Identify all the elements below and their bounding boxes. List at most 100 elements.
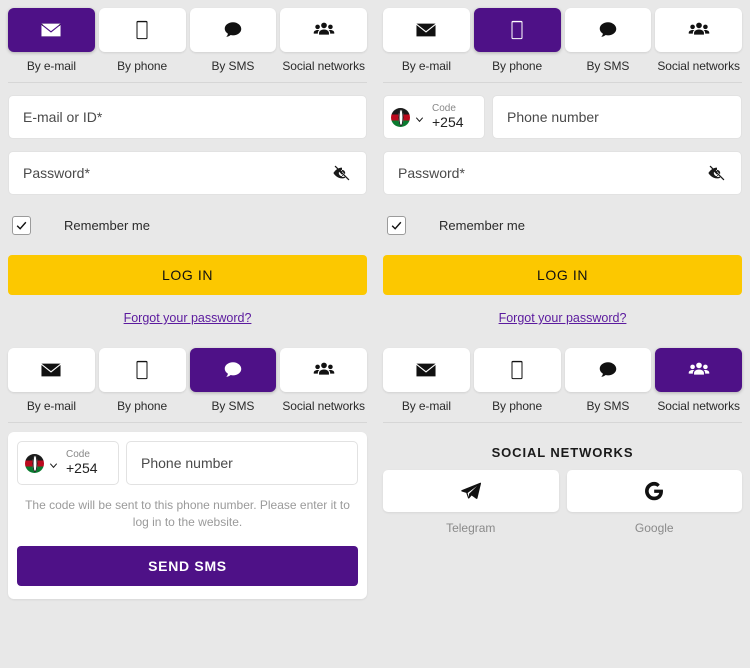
tab-by-phone[interactable]: By phone [473, 8, 561, 73]
tab-social-networks-label: Social networks [657, 399, 740, 413]
google-g-icon [645, 481, 664, 501]
telegram-login-button[interactable] [383, 470, 559, 512]
email-or-id-input[interactable]: E-mail or ID* [8, 95, 367, 139]
checkmark-icon [16, 221, 27, 230]
tab-by-sms[interactable]: By SMS [189, 348, 277, 413]
phone-number-placeholder: Phone number [507, 109, 599, 125]
tab-by-phone-card[interactable] [473, 348, 561, 392]
remember-me-label: Remember me [64, 218, 150, 233]
tab-social-networks-label: Social networks [282, 399, 365, 413]
kenya-flag-icon [391, 107, 410, 127]
envelope-icon [416, 363, 436, 377]
sms-helper-text: The code will be sent to this phone numb… [25, 498, 350, 530]
speech-bubble-icon [224, 362, 242, 377]
social-provider-google[interactable]: Google [566, 470, 742, 535]
tab-by-email-card[interactable] [383, 8, 470, 52]
tab-social-networks[interactable]: Social networks [655, 8, 742, 73]
method-tabs-email-panel: By e-mail By phone By SMS Social network… [0, 0, 375, 73]
tab-by-sms-label: By SMS [211, 59, 255, 73]
password-placeholder: Password* [398, 165, 465, 181]
tab-by-phone-label: By phone [117, 399, 168, 413]
tabs-divider [8, 82, 367, 83]
tab-by-email-card[interactable] [8, 8, 95, 52]
tab-by-phone-card[interactable] [98, 348, 186, 392]
tab-by-email[interactable]: By e-mail [383, 8, 470, 73]
google-login-button[interactable] [566, 470, 742, 512]
tab-by-email[interactable]: By e-mail [383, 348, 470, 413]
phone-number-input[interactable]: Phone number [126, 441, 358, 485]
sms-login-card: Code +254 Phone number The code will be … [8, 432, 367, 599]
tab-by-sms-card[interactable] [189, 348, 277, 392]
tabs-divider [383, 422, 742, 423]
remember-me-label: Remember me [439, 218, 525, 233]
telegram-label: Telegram [446, 521, 496, 535]
mobile-phone-icon [136, 20, 148, 40]
tab-social-networks-label: Social networks [657, 59, 740, 73]
country-code-selector[interactable]: Code +254 [383, 95, 485, 139]
forgot-password-link[interactable]: Forgot your password? [375, 311, 750, 325]
tab-social-networks-card[interactable] [655, 8, 742, 52]
tabs-divider [8, 422, 367, 423]
speech-bubble-icon [599, 362, 617, 377]
forgot-password-link[interactable]: Forgot your password? [0, 311, 375, 325]
password-input[interactable]: Password* [383, 151, 742, 195]
remember-me-row[interactable]: Remember me [387, 216, 742, 235]
tab-by-email[interactable]: By e-mail [8, 348, 95, 413]
envelope-icon [416, 23, 436, 37]
checkmark-icon [391, 221, 402, 230]
telegram-paper-plane-icon [461, 482, 481, 499]
envelope-icon [41, 363, 61, 377]
phone-entry-row: Code +254 Phone number [17, 441, 358, 485]
chevron-down-icon [48, 458, 59, 469]
eye-slash-icon[interactable] [332, 163, 352, 183]
envelope-icon [41, 23, 61, 37]
people-group-icon [688, 22, 709, 35]
tab-by-email-card[interactable] [8, 348, 95, 392]
login-button[interactable]: LOG IN [8, 255, 367, 295]
people-group-icon [688, 362, 709, 375]
social-networks-heading: SOCIAL NETWORKS [491, 445, 634, 460]
send-sms-button[interactable]: SEND SMS [17, 545, 358, 586]
remember-me-row[interactable]: Remember me [12, 216, 367, 235]
kenya-flag-icon [25, 453, 44, 473]
tab-social-networks-card[interactable] [280, 8, 367, 52]
tab-by-sms-card[interactable] [564, 8, 652, 52]
tab-social-networks[interactable]: Social networks [280, 8, 367, 73]
speech-bubble-icon [599, 22, 617, 37]
panel-login-by-sms: By e-mail By phone By SMS Social network… [0, 340, 375, 668]
method-tabs-social-panel: By e-mail By phone By SMS Social network… [375, 340, 750, 413]
tab-social-networks-card[interactable] [280, 348, 367, 392]
panel-login-social-networks: By e-mail By phone By SMS Social network… [375, 340, 750, 668]
login-button[interactable]: LOG IN [383, 255, 742, 295]
remember-me-checkbox[interactable] [12, 216, 31, 235]
tab-by-phone[interactable]: By phone [473, 348, 561, 413]
country-code-selector[interactable]: Code +254 [17, 441, 119, 485]
password-input[interactable]: Password* [8, 151, 367, 195]
tab-by-email-label: By e-mail [401, 59, 451, 73]
tab-by-email[interactable]: By e-mail [8, 8, 95, 73]
phone-number-input[interactable]: Phone number [492, 95, 742, 139]
phone-entry-row: Code +254 Phone number [383, 95, 742, 139]
tab-by-phone[interactable]: By phone [98, 8, 186, 73]
tab-by-email-label: By e-mail [401, 399, 451, 413]
remember-me-checkbox[interactable] [387, 216, 406, 235]
tab-by-sms-card[interactable] [564, 348, 652, 392]
tab-social-networks-label: Social networks [282, 59, 365, 73]
speech-bubble-icon [224, 22, 242, 37]
tab-by-phone-card[interactable] [98, 8, 186, 52]
tab-by-sms[interactable]: By SMS [564, 348, 652, 413]
tab-by-phone-card[interactable] [473, 8, 561, 52]
social-provider-telegram[interactable]: Telegram [383, 470, 559, 535]
tab-social-networks[interactable]: Social networks [280, 348, 367, 413]
tab-by-sms[interactable]: By SMS [564, 8, 652, 73]
people-group-icon [313, 22, 334, 35]
eye-slash-icon[interactable] [707, 163, 727, 183]
tab-by-sms-card[interactable] [189, 8, 277, 52]
tab-by-email-card[interactable] [383, 348, 470, 392]
tab-social-networks-card[interactable] [655, 348, 742, 392]
tab-social-networks[interactable]: Social networks [655, 348, 742, 413]
tab-by-phone[interactable]: By phone [98, 348, 186, 413]
people-group-icon [313, 362, 334, 375]
tab-by-sms[interactable]: By SMS [189, 8, 277, 73]
country-code-value: +254 [66, 459, 98, 476]
